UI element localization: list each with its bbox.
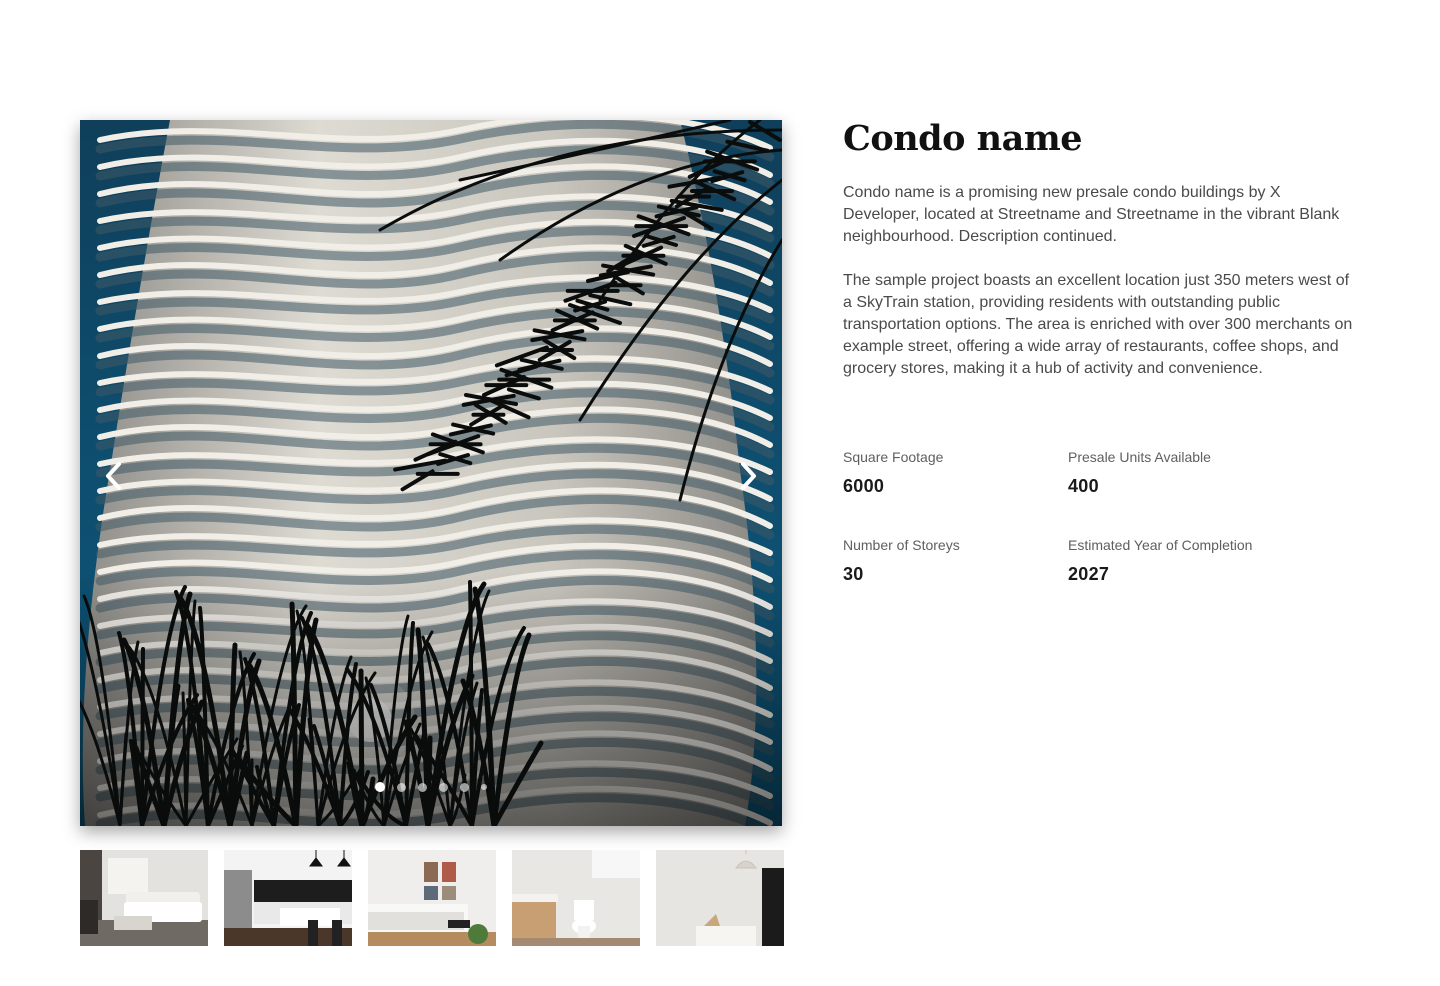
stat-presale-units: Presale Units Available 400 [1068,448,1211,497]
carousel-dot[interactable] [397,782,406,792]
stat-storeys: Number of Storeys 30 [843,536,960,585]
stat-label: Presale Units Available [1068,449,1211,465]
stat-value: 30 [843,564,864,584]
carousel-dot[interactable] [418,782,427,792]
stat-label: Estimated Year of Completion [1068,537,1253,553]
image-gallery [80,120,784,946]
bathroom-image [512,850,640,946]
listing-details: Condo name Condo name is a promising new… [843,118,1363,584]
carousel-dot[interactable] [460,782,469,792]
thumbnail-bedroom[interactable] [368,850,496,946]
description-paragraph: The sample project boasts an excellent l… [843,272,1353,377]
stat-label: Number of Storeys [843,537,960,553]
thumbnail-interior[interactable] [656,850,784,946]
thumbnail-living-room[interactable] [80,850,208,946]
thumbnail-strip [80,850,784,946]
stat-value: 400 [1068,476,1099,496]
carousel-dot[interactable] [439,782,448,792]
carousel-dot[interactable] [375,782,385,792]
condo-tower-image [80,120,782,826]
thumbnail-kitchen[interactable] [224,850,352,946]
kitchen-image [224,850,352,946]
stat-value: 2027 [1068,564,1110,584]
chevron-right-icon [741,462,756,490]
bedroom-image [368,850,496,946]
carousel-dot[interactable] [481,784,487,790]
stat-square-footage: Square Footage 6000 [843,448,943,497]
stat-value: 6000 [843,476,885,496]
listing-title: Condo name [843,118,1083,159]
interior-image [656,850,784,946]
listing-description: Condo name is a promising new presale co… [843,182,1353,380]
next-image-button[interactable] [728,456,768,496]
chevron-left-icon [106,462,121,490]
previous-image-button[interactable] [94,456,134,496]
stat-label: Square Footage [843,449,944,465]
main-photo[interactable] [80,120,782,826]
stat-completion-year: Estimated Year of Completion 2027 [1068,536,1252,585]
carousel-dots [80,782,782,792]
description-paragraph: Condo name is a promising new presale co… [843,184,1340,245]
living-room-image [80,850,208,946]
thumbnail-bathroom[interactable] [512,850,640,946]
